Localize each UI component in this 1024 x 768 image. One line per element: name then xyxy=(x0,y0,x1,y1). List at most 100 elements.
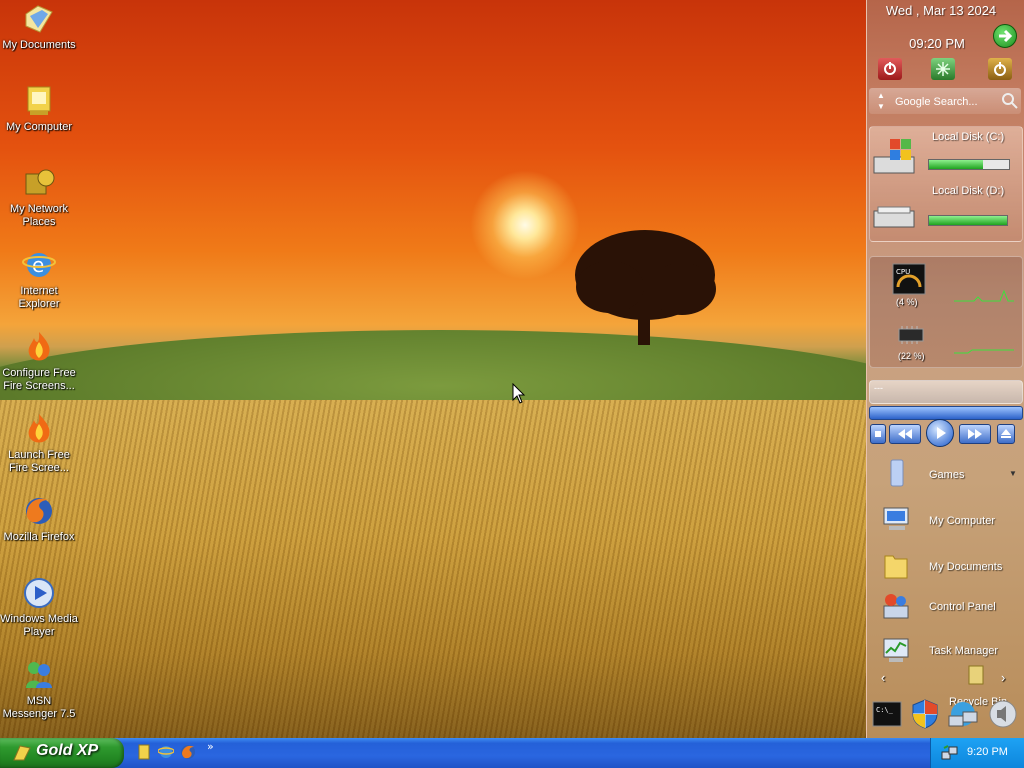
desktop-icon-label: Launch Free Fire Scree... xyxy=(8,449,70,474)
media-player-icon xyxy=(24,578,54,608)
stop-icon xyxy=(875,431,881,437)
disk-d-usage-fill xyxy=(929,216,1007,225)
my-documents-icon xyxy=(884,555,908,579)
shutdown-button[interactable] xyxy=(878,58,902,80)
memory-chip-icon xyxy=(898,326,924,344)
desktop-icon-my-documents[interactable]: My Documents xyxy=(0,2,78,52)
desktop-icon-my-computer[interactable]: My Computer xyxy=(0,84,78,134)
svg-text:C:\_: C:\_ xyxy=(876,706,894,714)
eject-icon xyxy=(1001,429,1011,438)
launcher-item-my-documents[interactable]: My Documents xyxy=(873,548,1019,584)
search-scroll-arrows-icon[interactable]: ▲ ▼ xyxy=(877,90,885,112)
launcher-item-recycle-bin[interactable]: Recycle Bin xyxy=(873,662,1019,708)
disk-d-usage-bar xyxy=(928,215,1008,226)
taskbar: Gold XP » 9:20 PM xyxy=(0,738,1024,768)
memory-activity-graph xyxy=(954,349,1014,354)
cpu-activity-graph xyxy=(954,289,1014,302)
msn-messenger-icon xyxy=(26,662,52,688)
desktop-icon-launch-free-fire[interactable]: Launch Free Fire Scree... xyxy=(0,412,78,475)
show-desktop-icon[interactable] xyxy=(136,744,152,760)
desktop-icon-internet-explorer[interactable]: e Internet Explorer xyxy=(0,248,78,311)
hard-drive-icon xyxy=(873,206,915,228)
desktop-wallpaper: My Documents My Computer My Network Plac… xyxy=(0,0,866,738)
control-panel-icon xyxy=(883,594,909,619)
previous-button[interactable] xyxy=(889,424,921,444)
launcher-item-label: Task Manager xyxy=(929,645,999,657)
my-computer-icon xyxy=(27,86,51,115)
desktop-icon-my-network-places[interactable]: My Network Places xyxy=(0,166,78,229)
sun xyxy=(470,170,580,280)
disk-d-label: Local Disk (D:) xyxy=(932,185,1005,197)
next-button[interactable] xyxy=(959,424,991,444)
taskbar-clock[interactable]: 9:20 PM xyxy=(967,746,1008,758)
mouse-pointer-icon xyxy=(512,383,526,404)
launcher-item-label: My Documents xyxy=(929,561,1003,573)
desktop-icon-label: Mozilla Firefox xyxy=(3,531,75,543)
launcher-item-my-computer[interactable]: My Computer xyxy=(873,502,1019,538)
desktop-icon-mozilla-firefox[interactable]: Mozilla Firefox xyxy=(0,494,78,544)
launcher-item-label: Control Panel xyxy=(929,601,996,613)
desktop-icon-windows-media-player[interactable]: Windows Media Player xyxy=(0,576,78,639)
fire-icon xyxy=(28,414,50,443)
disk-space-panel: Local Disk (C:) Local Disk (D:) xyxy=(869,126,1023,242)
next-icon xyxy=(968,429,982,439)
start-button[interactable]: Gold XP xyxy=(0,738,124,768)
quick-launch-overflow[interactable]: » xyxy=(207,740,214,753)
command-prompt-icon[interactable]: C:\_ xyxy=(871,698,903,730)
desktop-icon-label: My Computer xyxy=(5,121,73,133)
media-seek-bar[interactable] xyxy=(869,406,1023,420)
launcher-item-control-panel[interactable]: Control Panel xyxy=(873,590,1019,626)
play-button[interactable] xyxy=(926,419,954,447)
arrow-right-icon[interactable] xyxy=(993,24,1017,48)
firefox-icon xyxy=(26,498,52,524)
launcher-item-games[interactable]: Games ▼ xyxy=(873,456,1019,492)
stop-button[interactable] xyxy=(870,424,886,444)
cpu-memory-panel: CPU (4 %) (22 %) xyxy=(869,256,1023,368)
start-button-label: Gold XP xyxy=(36,742,99,759)
speaker-icon[interactable] xyxy=(987,698,1019,730)
sidebar-time: 09:20 PM xyxy=(909,36,965,51)
my-computer-icon xyxy=(883,507,909,530)
previous-icon xyxy=(898,429,912,439)
recycle-bin-icon xyxy=(968,665,984,685)
search-input[interactable] xyxy=(893,93,1001,111)
logoff-icon xyxy=(994,62,1006,76)
tree-silhouette xyxy=(575,230,716,345)
system-tray: 9:20 PM xyxy=(930,738,1024,768)
google-search-box: ▲ ▼ xyxy=(869,88,1021,114)
restart-button[interactable] xyxy=(931,58,955,80)
desktop-icon-label: Windows Media Player xyxy=(0,613,78,638)
my-documents-icon xyxy=(25,5,53,33)
internet-explorer-icon[interactable] xyxy=(158,744,174,760)
chevron-left-icon[interactable]: ‹ xyxy=(881,670,885,685)
windows-drive-icon xyxy=(873,139,915,174)
desktop-icon-label: Configure Free Fire Screens... xyxy=(2,367,76,392)
disk-c-usage-fill xyxy=(929,160,984,169)
disk-c-usage-bar xyxy=(928,159,1010,170)
network-places-icon xyxy=(25,169,55,195)
power-icon xyxy=(884,62,896,75)
disk-c-label: Local Disk (C:) xyxy=(932,131,1005,143)
track-title: --- xyxy=(874,383,883,393)
desktop-icon-configure-free-fire[interactable]: Configure Free Fire Screens... xyxy=(0,330,78,393)
start-logo-icon xyxy=(13,745,31,761)
logoff-button[interactable] xyxy=(988,58,1012,80)
desktop-icon-label: Internet Explorer xyxy=(18,285,60,310)
desktop-icon-label: My Network Places xyxy=(9,203,69,228)
sidebar-date: Wed , Mar 13 2024 xyxy=(885,3,997,18)
eject-button[interactable] xyxy=(997,424,1015,444)
firefox-icon[interactable] xyxy=(180,744,196,760)
restart-icon xyxy=(936,62,950,76)
security-shield-icon[interactable] xyxy=(909,698,941,730)
network-tray-icon[interactable] xyxy=(941,744,959,762)
chevron-right-icon[interactable]: › xyxy=(1001,670,1005,685)
chevron-down-icon[interactable]: ▼ xyxy=(1009,469,1017,478)
desktop-icon-msn-messenger[interactable]: MSN Messenger 7.5 xyxy=(0,658,78,721)
internet-explorer-icon: e xyxy=(22,253,56,277)
desktop-icon-label: My Documents xyxy=(2,39,76,51)
go-arrow-glyph xyxy=(999,29,1013,43)
fire-icon xyxy=(28,332,50,361)
search-icon[interactable] xyxy=(1001,92,1019,110)
network-globe-icon[interactable] xyxy=(947,698,979,730)
launcher-item-label: Games xyxy=(929,469,965,481)
